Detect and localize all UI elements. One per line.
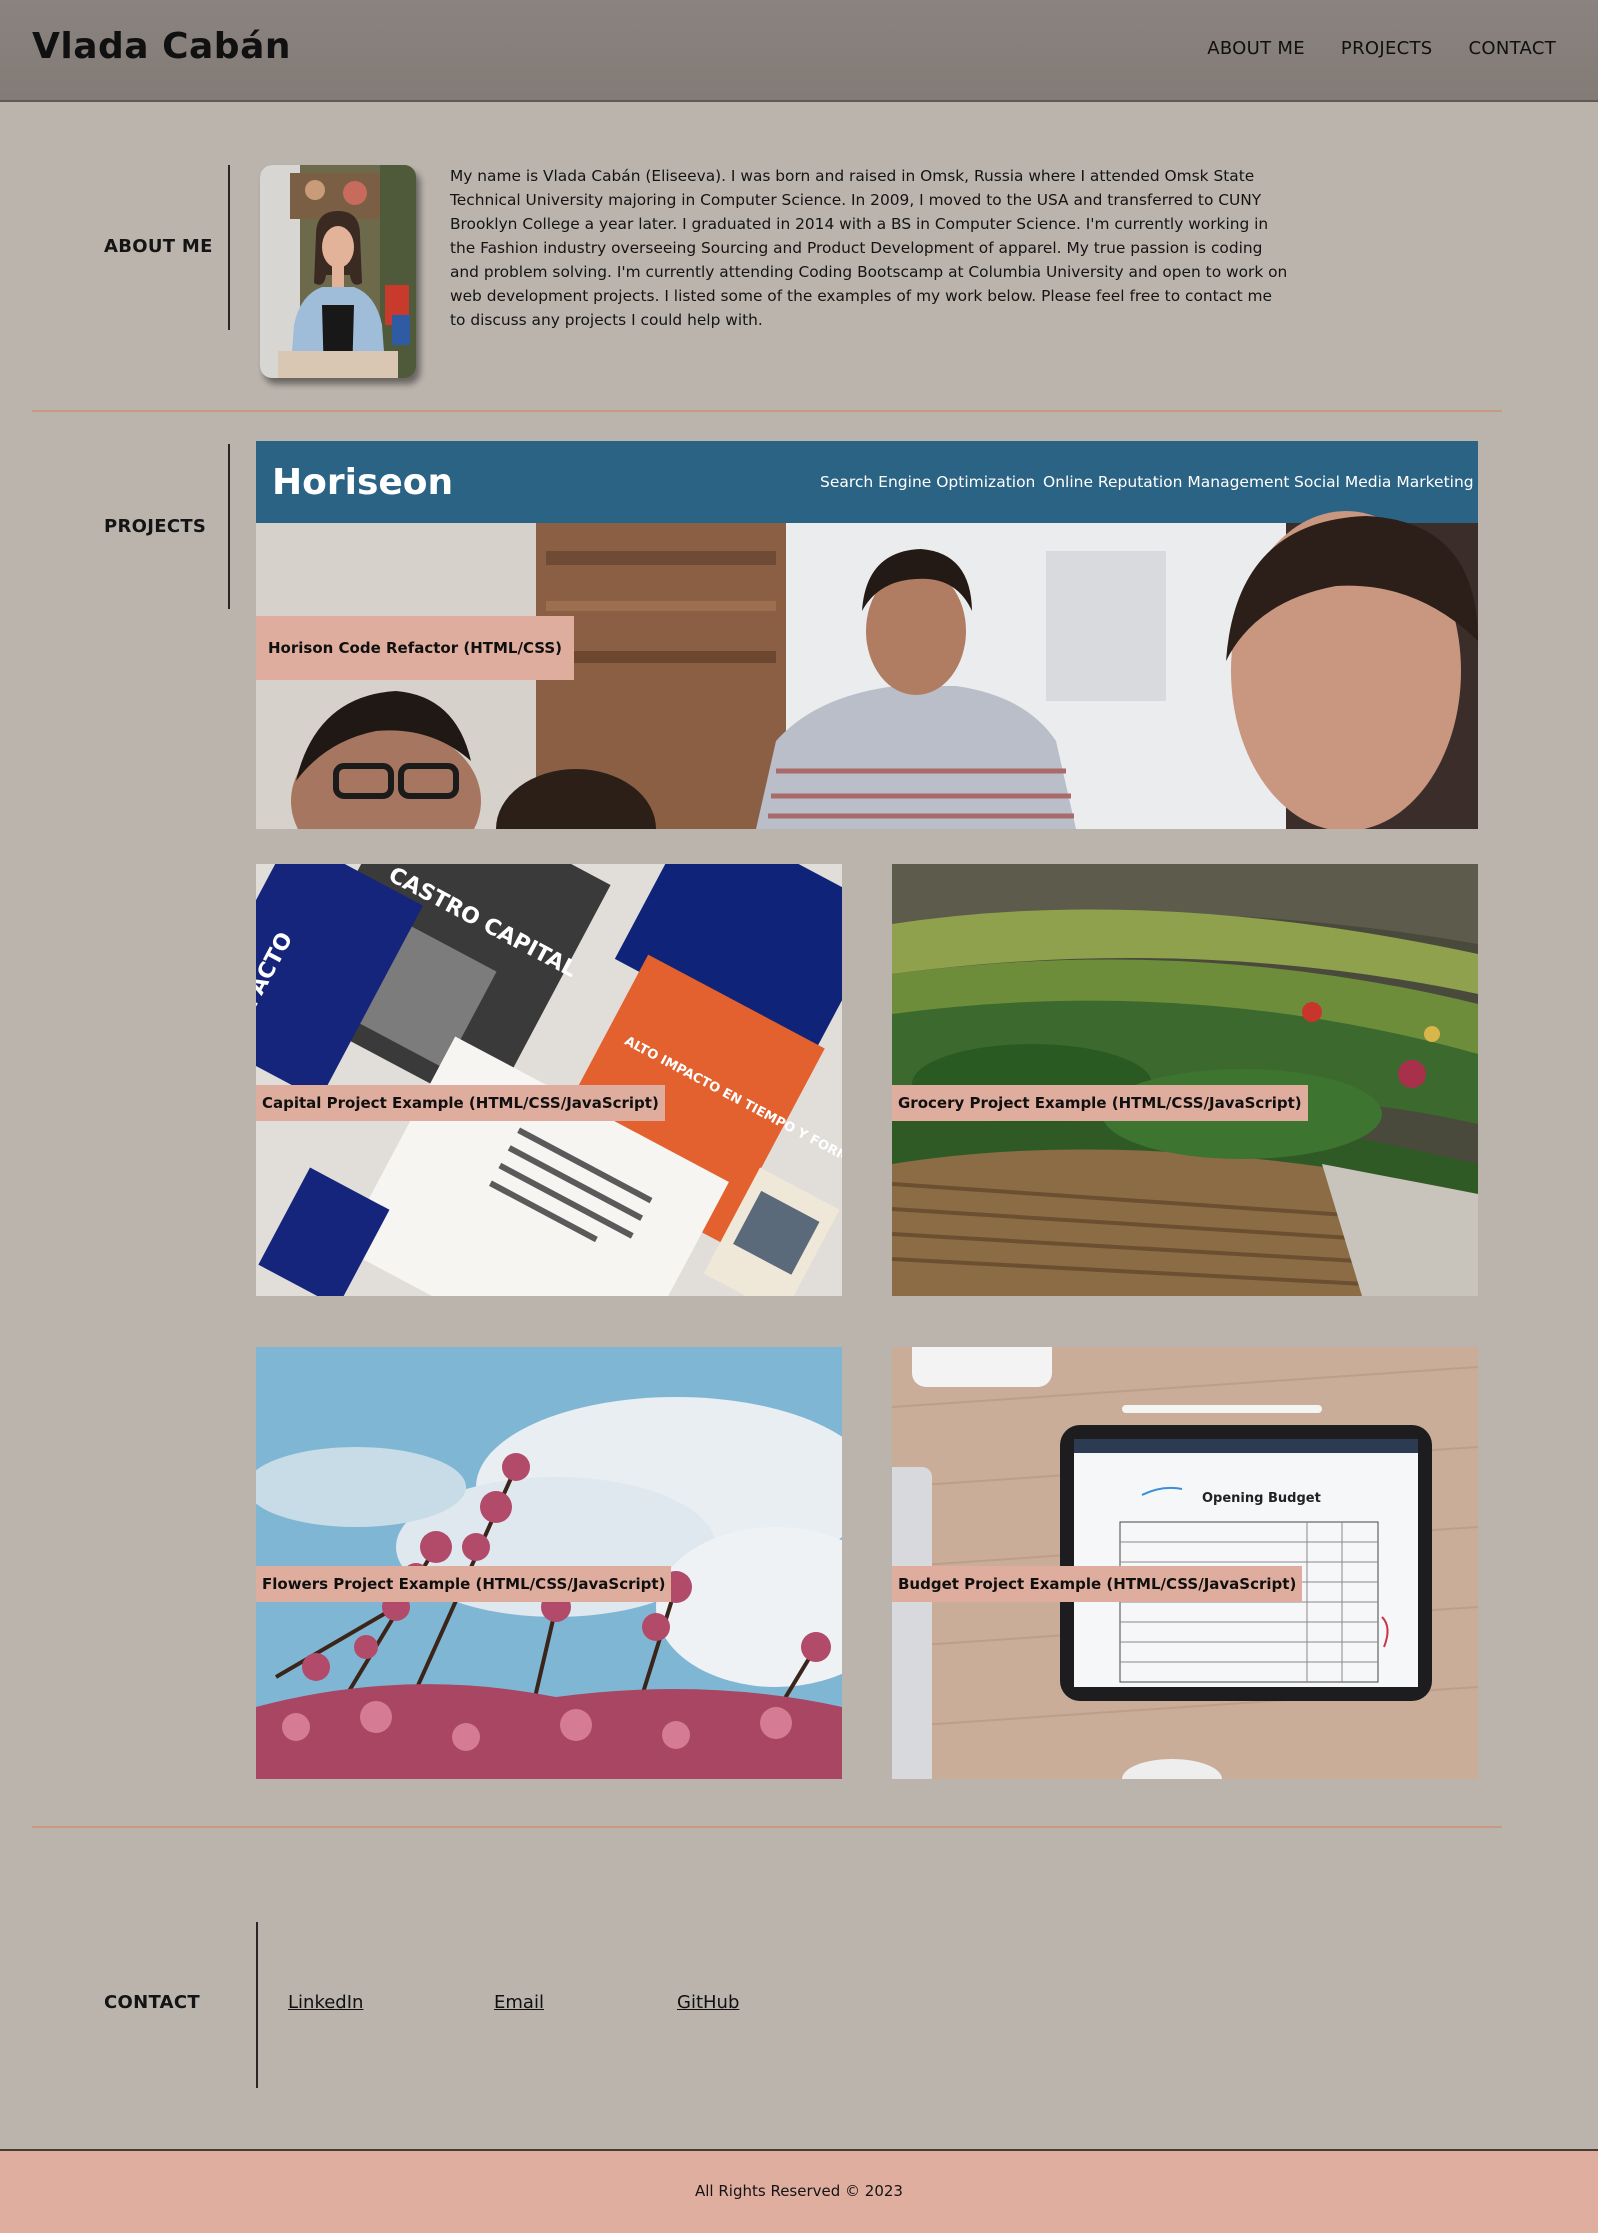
project-card-flowers[interactable]: Flowers Project Example (HTML/CSS/JavaSc… [256, 1347, 842, 1779]
linkedin-link[interactable]: LinkedIn [288, 1992, 363, 2013]
section-divider-2 [32, 1826, 1502, 1828]
github-link[interactable]: GitHub [677, 1992, 739, 2013]
project-card-capital[interactable]: CASTRO CAPITAL ALTO IMPACTO EN TIEMPO Y … [256, 864, 842, 1296]
project-card-grocery[interactable]: Grocery Project Example (HTML/CSS/JavaSc… [892, 864, 1478, 1296]
nav-projects[interactable]: PROJECTS [1341, 38, 1433, 59]
contact-divider [256, 1922, 258, 2088]
site-footer: All Rights Reserved © 2023 [0, 2149, 1598, 2233]
copyright-text: All Rights Reserved © 2023 [695, 2182, 903, 2200]
flowers-thumbnail [256, 1347, 842, 1779]
project-card-horiseon[interactable]: Horiseon Search Engine Optimization Onli… [256, 441, 1478, 829]
projects-label: PROJECTS [104, 516, 207, 537]
horiseon-nav-smm: Social Media Marketing [1294, 473, 1474, 491]
section-divider [32, 410, 1502, 412]
horiseon-nav-orm: Online Reputation Management [1043, 473, 1290, 491]
nav-about-me[interactable]: ABOUT ME [1207, 38, 1305, 59]
grocery-thumbnail [892, 864, 1478, 1296]
profile-photo [260, 165, 416, 378]
project-label-budget[interactable]: Budget Project Example (HTML/CSS/JavaScr… [892, 1566, 1303, 1602]
about-bio: My name is Vlada Cabán (Eliseeva). I was… [450, 167, 1288, 329]
horiseon-nav-seo: Search Engine Optimization [820, 473, 1035, 491]
project-label-flowers[interactable]: Flowers Project Example (HTML/CSS/JavaSc… [256, 1566, 672, 1602]
contact-label: CONTACT [104, 1992, 200, 2013]
projects-divider [228, 444, 230, 609]
site-header: Vlada Cabán ABOUT ME PROJECTS CONTACT [0, 0, 1598, 102]
main-nav: ABOUT ME PROJECTS CONTACT [1207, 38, 1556, 59]
nav-contact[interactable]: CONTACT [1469, 38, 1556, 59]
budget-art-title: Opening Budget [1202, 1491, 1321, 1506]
project-label-horiseon[interactable]: Horison Code Refactor (HTML/CSS) [256, 616, 575, 680]
project-label-capital[interactable]: Capital Project Example (HTML/CSS/JavaSc… [256, 1085, 665, 1121]
budget-thumbnail: Opening Budget [892, 1347, 1478, 1779]
about-label: ABOUT ME [104, 236, 213, 257]
email-link[interactable]: Email [494, 1992, 544, 2013]
project-card-budget[interactable]: Opening Budget Budget Project Example (H… [892, 1347, 1478, 1779]
horiseon-brand: Horiseon [272, 462, 453, 503]
about-divider [228, 165, 230, 330]
site-title: Vlada Cabán [32, 26, 291, 67]
project-label-grocery[interactable]: Grocery Project Example (HTML/CSS/JavaSc… [892, 1085, 1308, 1121]
capital-thumbnail: CASTRO CAPITAL ALTO IMPACTO EN TIEMPO Y … [256, 864, 842, 1296]
